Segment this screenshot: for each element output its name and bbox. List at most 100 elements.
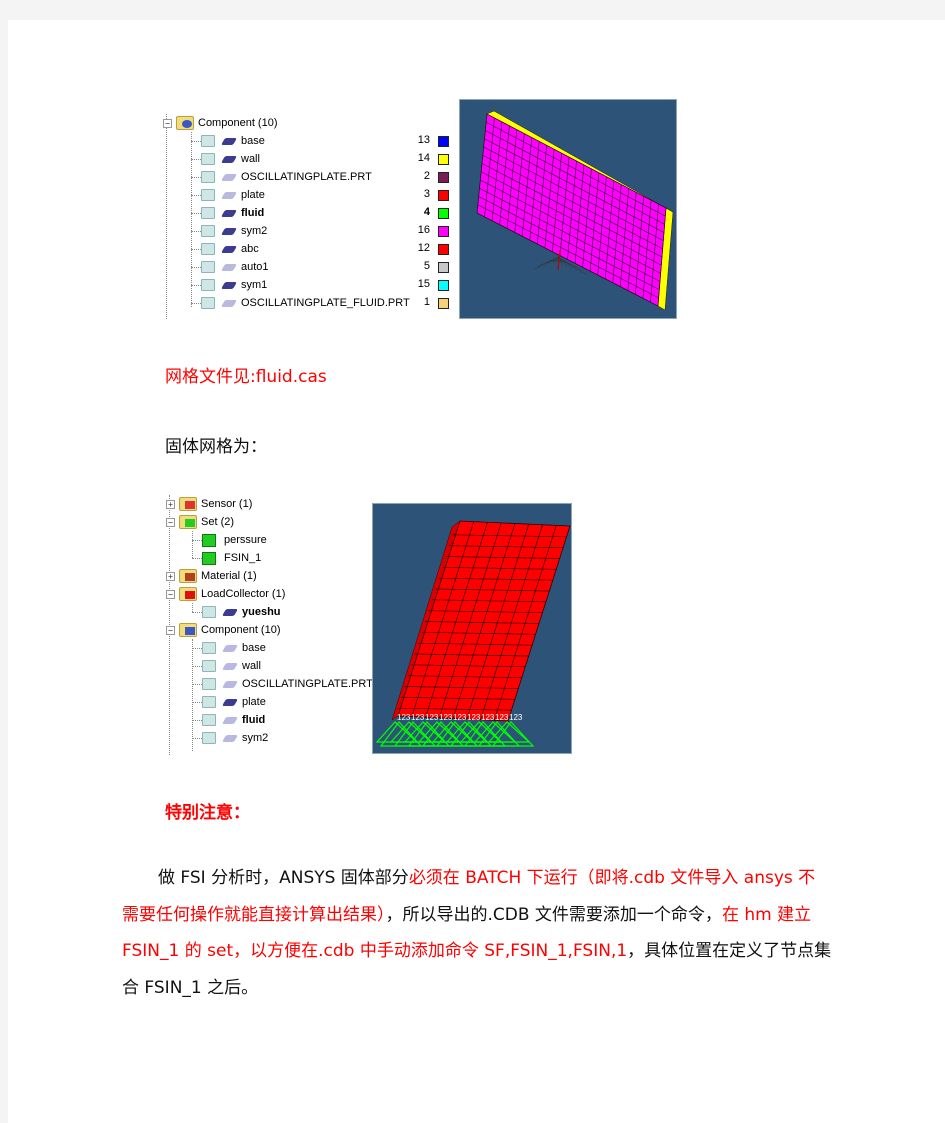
visibility-flag-icon[interactable] <box>201 297 215 309</box>
tree-guide <box>191 213 201 214</box>
component-item[interactable]: OSCILLATINGPLATE_FLUID.PRT <box>201 294 410 312</box>
visibility-flag-icon[interactable] <box>201 279 215 291</box>
tree-child-item[interactable]: sym2 <box>202 729 268 747</box>
tree-child-item[interactable]: wall <box>202 657 261 675</box>
tree-guide <box>192 531 193 558</box>
tree-child-item[interactable]: plate <box>202 693 266 711</box>
component-item[interactable]: auto1 <box>201 258 269 276</box>
tree-group-label: Component (10) <box>201 624 281 636</box>
constraint-symbol <box>487 721 535 747</box>
tree-child-item[interactable]: base <box>202 639 266 657</box>
component-color-swatch[interactable] <box>438 190 449 201</box>
component-color-swatch[interactable] <box>438 172 449 183</box>
visibility-flag-icon[interactable] <box>201 261 215 273</box>
component-item[interactable]: wall <box>201 150 260 168</box>
component-item[interactable]: base <box>201 132 265 150</box>
visibility-flag-icon[interactable] <box>201 153 215 165</box>
component-color-swatch[interactable] <box>438 208 449 219</box>
component-label: sym2 <box>241 225 268 237</box>
visibility-flag-icon[interactable] <box>202 642 216 654</box>
collapse-icon[interactable]: − <box>166 589 175 599</box>
tree-group-load[interactable]: − LoadCollector (1) <box>166 585 285 603</box>
tree-group-label: Material (1) <box>201 570 257 582</box>
tree-guide <box>191 195 201 196</box>
visibility-flag-icon[interactable] <box>201 189 215 201</box>
set-icon <box>202 533 216 547</box>
note-paragraph: 做 FSI 分析时，ANSYS 固体部分必须在 BATCH 下运行（即将.cdb… <box>122 860 832 1006</box>
tree-guide <box>192 684 202 685</box>
tree-root-component[interactable]: − Component (10) <box>163 114 278 132</box>
component-id: 15 <box>417 278 430 290</box>
tree-group-set[interactable]: − Set (2) <box>166 513 234 531</box>
visibility-flag-icon[interactable] <box>202 678 216 690</box>
expand-icon[interactable]: + <box>166 571 175 581</box>
component-item[interactable]: OSCILLATINGPLATE.PRT <box>201 168 372 186</box>
component-color-swatch[interactable] <box>438 226 449 237</box>
visibility-flag-icon[interactable] <box>201 243 215 255</box>
visibility-flag-icon[interactable] <box>201 171 215 183</box>
component-icon <box>221 734 239 742</box>
component-color-swatch[interactable] <box>438 280 449 291</box>
tree-child-label: base <box>242 642 266 654</box>
tree-group-material[interactable]: + Material (1) <box>166 567 257 585</box>
component-item[interactable]: plate <box>201 186 265 204</box>
visibility-flag-icon[interactable] <box>202 714 216 726</box>
tree-guide <box>191 267 201 268</box>
solid-mesh-viewport[interactable]: 123 123 123 123 123 123 123 123 123 <box>372 503 572 754</box>
tree-guide <box>192 648 202 649</box>
expand-icon[interactable]: + <box>166 499 175 509</box>
component-color-swatch[interactable] <box>438 136 449 147</box>
model-browser-tree: + Sensor (1) − Set (2) perssure FSIN_1 + Materi… <box>166 495 376 757</box>
constraint-dof-label: 123 <box>495 713 509 722</box>
component-item[interactable]: sym1 <box>201 276 267 294</box>
component-id: 3 <box>423 188 430 200</box>
component-icon <box>220 263 238 271</box>
tree-child-item[interactable]: perssure <box>202 531 267 549</box>
component-id: 1 <box>423 296 430 308</box>
collapse-icon[interactable]: − <box>163 118 172 128</box>
collapse-icon[interactable]: − <box>166 625 175 635</box>
tree-guide <box>192 603 193 612</box>
visibility-flag-icon[interactable] <box>201 207 215 219</box>
set-icon <box>202 551 216 565</box>
component-color-swatch[interactable] <box>438 154 449 165</box>
component-item[interactable]: fluid <box>201 204 264 222</box>
visibility-flag-icon[interactable] <box>202 696 216 708</box>
tree-group-label: Sensor (1) <box>201 498 253 510</box>
tree-child-item[interactable]: OSCILLATINGPLATE.PRT <box>202 675 373 693</box>
constraint-dof-label: 123 <box>425 713 439 722</box>
tree-child-label: OSCILLATINGPLATE.PRT <box>242 678 373 690</box>
visibility-flag-icon[interactable] <box>201 225 215 237</box>
component-folder-icon <box>179 623 197 637</box>
component-color-swatch[interactable] <box>438 298 449 309</box>
tree-child-label: plate <box>242 696 266 708</box>
body-text-segment: ，所以导出的.CDB 文件需要添加一个命令， <box>385 904 722 925</box>
component-label: fluid <box>241 207 265 219</box>
visibility-flag-icon[interactable] <box>202 732 216 744</box>
visibility-flag-icon[interactable] <box>201 135 215 147</box>
component-icon <box>220 137 238 145</box>
tree-child-item[interactable]: fluid <box>202 711 265 729</box>
component-color-swatch[interactable] <box>438 244 449 255</box>
tree-child-label: yueshu <box>242 606 281 618</box>
fluid-mesh-viewport[interactable] <box>459 99 677 319</box>
tree-group-component[interactable]: − Component (10) <box>166 621 281 639</box>
component-color-swatch[interactable] <box>438 262 449 273</box>
tree-guide <box>191 141 201 142</box>
collapse-icon[interactable]: − <box>166 517 175 527</box>
tree-child-item[interactable]: FSIN_1 <box>202 549 261 567</box>
tree-child-label: perssure <box>224 534 267 546</box>
component-folder-icon <box>176 116 194 130</box>
note-heading: 特别注意： <box>165 803 250 823</box>
tree-guide <box>191 285 201 286</box>
mesh-file-caption: 网格文件见:fluid.cas <box>165 367 327 387</box>
visibility-flag-icon[interactable] <box>202 660 216 672</box>
tree-group-sensor[interactable]: + Sensor (1) <box>166 495 252 513</box>
component-label: sym1 <box>241 279 268 291</box>
solid-mesh-graphic: 123 123 123 123 123 123 123 123 123 <box>375 520 571 747</box>
component-item[interactable]: abc <box>201 240 259 258</box>
tree-child-item[interactable]: yueshu <box>202 603 281 621</box>
component-icon <box>221 698 239 706</box>
visibility-flag-icon[interactable] <box>202 606 216 618</box>
component-item[interactable]: sym2 <box>201 222 267 240</box>
